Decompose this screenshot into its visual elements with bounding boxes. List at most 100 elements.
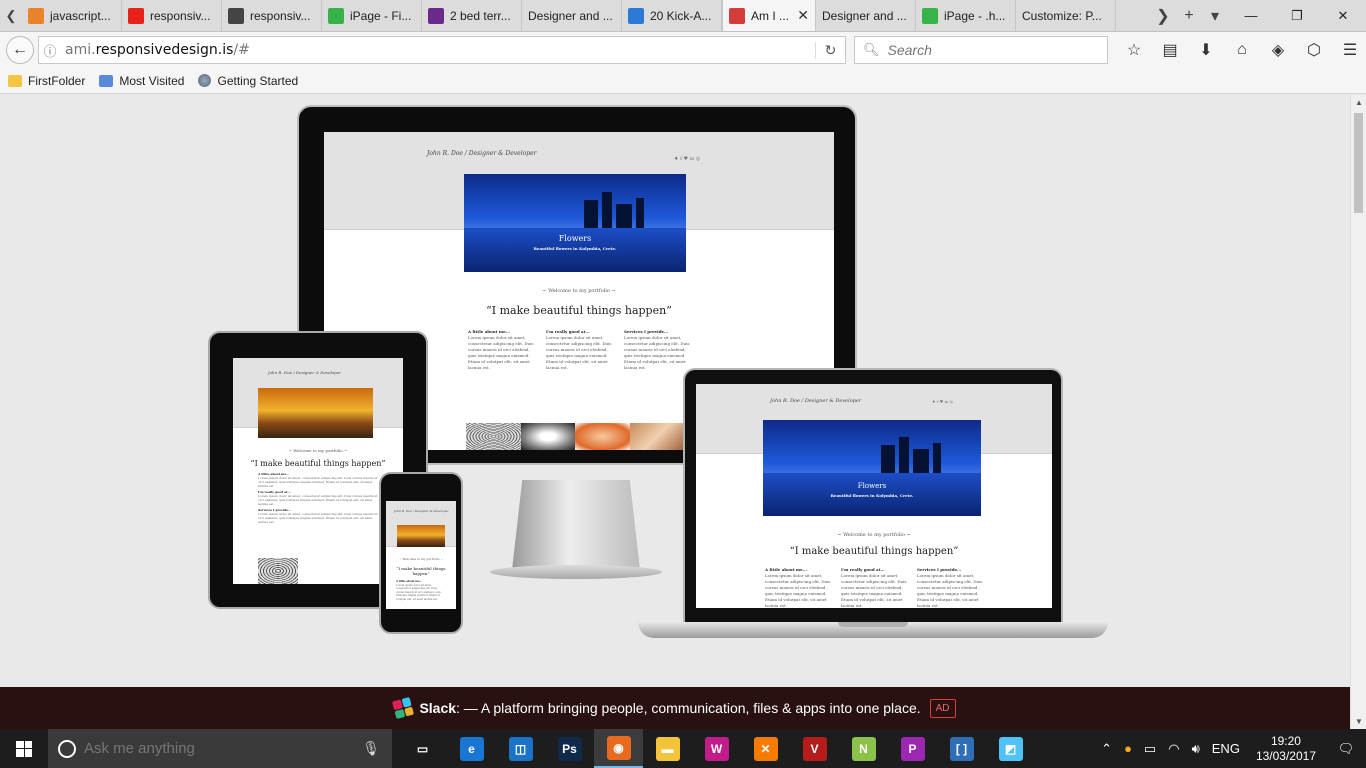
youtube-icon bbox=[128, 7, 144, 24]
feature-stack: A little about me... Lorem ipsum dolor s… bbox=[233, 468, 403, 528]
gallery-image[interactable] bbox=[258, 558, 298, 584]
wamp-icon: W bbox=[704, 736, 729, 761]
tablet-screen[interactable]: John R. Doe / Designer & Developer ~ Wel… bbox=[233, 358, 403, 584]
restore-icon[interactable]: ❐ bbox=[1274, 8, 1320, 24]
shield-icon[interactable]: ● bbox=[1118, 741, 1138, 756]
close-tab-icon[interactable]: ✕ bbox=[797, 7, 809, 24]
hero-slider[interactable] bbox=[258, 388, 373, 438]
cortana-input[interactable] bbox=[84, 740, 354, 757]
site-preview-phone: John R. Doe / Designer & Developer ~ Wel… bbox=[386, 501, 456, 605]
tab-3[interactable]: iPage - Fi... bbox=[322, 0, 422, 31]
tab-label: responsiv... bbox=[250, 8, 311, 23]
tab-label: 2 bed terr... bbox=[450, 8, 511, 23]
column-body: Lorem ipsum dolor sit amet, consectetur … bbox=[624, 335, 690, 370]
tab-6[interactable]: 20 Kick-A... bbox=[622, 0, 722, 31]
gallery-image[interactable] bbox=[466, 423, 521, 450]
notifications-icon[interactable]: 🗨︎ bbox=[1326, 741, 1366, 757]
bookmark-getting-started[interactable]: Getting Started bbox=[198, 74, 298, 88]
microphone-icon[interactable]: 🎙︎ bbox=[362, 740, 380, 757]
bookmark-star-icon[interactable]: ☆ bbox=[1116, 40, 1152, 60]
taskbar-app-3[interactable]: Ps bbox=[545, 729, 594, 768]
downloads-icon[interactable]: ⬇ bbox=[1188, 40, 1224, 60]
tab-2[interactable]: responsiv... bbox=[222, 0, 322, 31]
taskbar-app-2[interactable]: ◫ bbox=[496, 729, 545, 768]
minimize-icon[interactable]: — bbox=[1228, 8, 1274, 23]
tab-list-icon[interactable]: ▾ bbox=[1202, 6, 1228, 26]
clock[interactable]: 19:20 13/03/2017 bbox=[1246, 734, 1326, 764]
home-icon[interactable]: ⌂ bbox=[1224, 41, 1260, 59]
show-hidden-icons-icon[interactable]: ⌃ bbox=[1095, 741, 1118, 757]
welcome-text: ~ Welcome to my portfolio ~ bbox=[398, 557, 444, 561]
column-body: Lorem ipsum dolor sit amet, consectetur … bbox=[468, 335, 534, 370]
start-button[interactable] bbox=[0, 729, 48, 768]
taskbar-app-9[interactable]: N bbox=[839, 729, 888, 768]
tab-10[interactable]: Customize: P... bbox=[1016, 0, 1116, 31]
ad-brand: Slack bbox=[419, 700, 457, 716]
scroll-down-icon[interactable]: ▼ bbox=[1351, 717, 1366, 726]
url-text[interactable]: ami.responsivedesign.is/# bbox=[61, 42, 250, 58]
taskbar-app-10[interactable]: P bbox=[888, 729, 937, 768]
taskbar-app-11[interactable]: [ ] bbox=[937, 729, 986, 768]
monitor-stand bbox=[512, 480, 640, 570]
bookmarks-toolbar: FirstFolder Most Visited Getting Started bbox=[0, 68, 1366, 94]
pocket-icon[interactable]: ◈ bbox=[1260, 40, 1296, 60]
tab-9[interactable]: iPage - .h... bbox=[916, 0, 1016, 31]
battery-icon[interactable]: ▭ bbox=[1138, 741, 1162, 757]
search-box[interactable]: 🔍︎ bbox=[854, 36, 1108, 64]
feature-column: I'm really good at... Lorem ipsum dolor s… bbox=[841, 567, 907, 608]
taskbar-app-7[interactable]: ✕ bbox=[741, 729, 790, 768]
bookmark-most-visited[interactable]: Most Visited bbox=[99, 74, 184, 88]
page-scrollbar[interactable]: ▲ ▼ bbox=[1350, 95, 1366, 729]
language-indicator[interactable]: ENG bbox=[1206, 741, 1246, 756]
system-tray: ⌃ ● ▭ ◠ 🔊︎ ENG 19:20 13/03/2017 🗨︎ bbox=[1095, 729, 1366, 768]
tab-0[interactable]: javascript... bbox=[22, 0, 122, 31]
tab-label: responsiv... bbox=[150, 8, 211, 23]
tab-1[interactable]: responsiv... bbox=[122, 0, 222, 31]
taskbar-app-0[interactable]: ▭ bbox=[398, 729, 447, 768]
phone-screen[interactable]: John R. Doe / Designer & Developer ~ Wel… bbox=[386, 501, 456, 609]
scroll-up-icon[interactable]: ▲ bbox=[1351, 98, 1366, 107]
scrollbar-thumb[interactable] bbox=[1354, 113, 1363, 213]
new-tab-icon[interactable]: + bbox=[1176, 7, 1202, 25]
ad-banner[interactable]: Slack: — A platform bringing people, com… bbox=[0, 687, 1350, 729]
laptop-screen[interactable]: John R. Doe / Designer & Developer ♦ f ♥… bbox=[696, 384, 1052, 608]
welcome-text: ~ Welcome to my portfolio ~ bbox=[542, 288, 616, 294]
gallery-image[interactable] bbox=[629, 423, 684, 450]
paint-icon: P bbox=[900, 736, 925, 761]
back-button[interactable]: ← bbox=[6, 36, 34, 64]
social-icons: ♦ f ♥ in ◎ bbox=[932, 399, 954, 404]
taskbar-app-4[interactable]: ◉ bbox=[594, 729, 643, 768]
tab-8[interactable]: Designer and ... bbox=[816, 0, 916, 31]
hero-slider[interactable]: Flowers Beautiful flowers in Kolymbia, C… bbox=[763, 420, 981, 516]
gallery-image[interactable] bbox=[575, 423, 630, 450]
tab-4[interactable]: 2 bed terr... bbox=[422, 0, 522, 31]
reload-icon[interactable]: ↻ bbox=[815, 41, 845, 59]
bookmark-firstfolder[interactable]: FirstFolder bbox=[8, 74, 85, 88]
tab-5[interactable]: Designer and ... bbox=[522, 0, 622, 31]
reading-list-icon[interactable]: ▤ bbox=[1152, 40, 1188, 60]
taskbar-app-5[interactable]: ▬ bbox=[643, 729, 692, 768]
taskbar-app-1[interactable]: e bbox=[447, 729, 496, 768]
extension-icon[interactable]: ⬡ bbox=[1296, 40, 1332, 60]
gallery-image[interactable] bbox=[520, 423, 575, 450]
firefox-icon: ◉ bbox=[606, 735, 631, 760]
hero-slider[interactable]: Flowers Beautiful flowers in Kolymbia, C… bbox=[464, 174, 686, 272]
taskbar-app-6[interactable]: W bbox=[692, 729, 741, 768]
close-window-icon[interactable]: ✕ bbox=[1320, 8, 1366, 24]
search-input[interactable] bbox=[887, 42, 1088, 58]
site-info-icon[interactable]: ⓘ bbox=[39, 41, 61, 60]
url-bar[interactable]: ⓘ ami.responsivedesign.is/# ↻ bbox=[38, 36, 846, 64]
ad-text[interactable]: Slack: — A platform bringing people, com… bbox=[419, 700, 920, 716]
taskbar-app-8[interactable]: V bbox=[790, 729, 839, 768]
cortana-search[interactable]: 🎙︎ bbox=[48, 729, 392, 768]
tab-scroll-right-icon[interactable]: ❯ bbox=[1150, 6, 1176, 26]
hero-slider[interactable] bbox=[397, 525, 445, 547]
tab-scroll-left-icon[interactable]: ❮ bbox=[0, 0, 22, 31]
amiresponsive-icon bbox=[729, 7, 745, 24]
volume-icon[interactable]: 🔊︎ bbox=[1186, 741, 1206, 757]
wifi-icon[interactable]: ◠ bbox=[1162, 741, 1185, 757]
tab-7[interactable]: Am I ... ✕ bbox=[722, 0, 816, 31]
menu-icon[interactable]: ☰ bbox=[1332, 40, 1366, 60]
taskbar-app-12[interactable]: ◩ bbox=[986, 729, 1035, 768]
feature-column: A little about me... Lorem ipsum dolor si… bbox=[765, 567, 831, 608]
